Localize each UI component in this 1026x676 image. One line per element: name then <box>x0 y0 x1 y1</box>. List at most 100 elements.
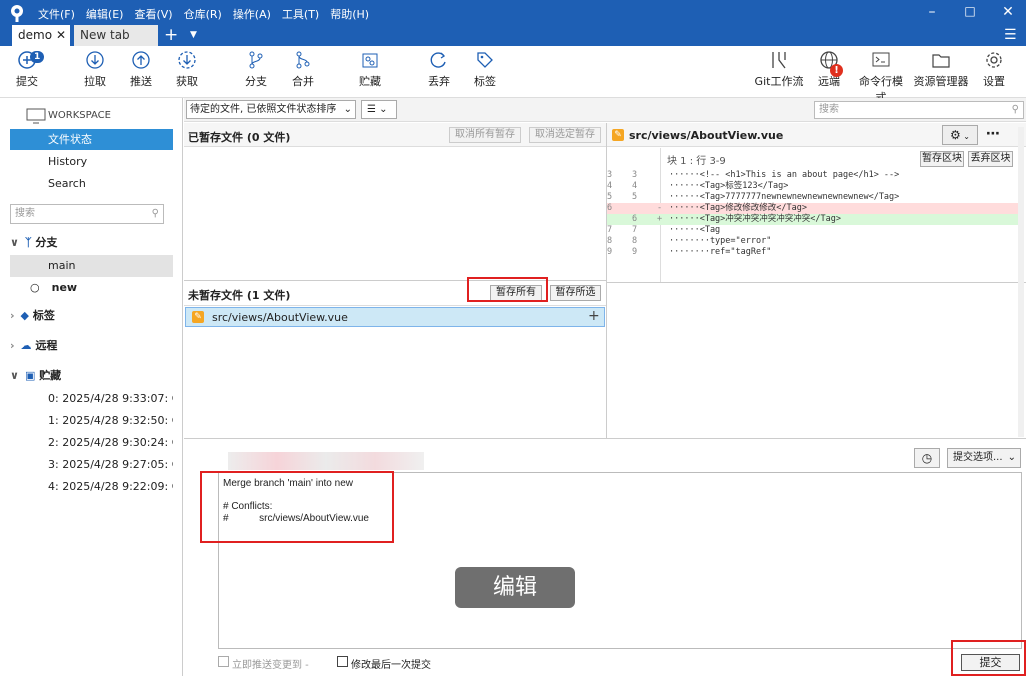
stage-selected-button[interactable]: 暂存所选 <box>550 285 601 301</box>
amend-label: 修改最后一次提交 <box>351 660 431 671</box>
commit-options-dropdown[interactable]: 提交选项... ⌄ <box>947 448 1021 468</box>
more-options-icon[interactable]: ⋯ <box>986 126 1000 142</box>
chevron-right-icon: › <box>10 339 15 352</box>
history-clock-icon[interactable]: ◷ <box>914 448 940 468</box>
folder-icon <box>932 54 950 68</box>
tab-new[interactable]: New tab <box>74 25 158 46</box>
sidebar-item-branch-new[interactable]: ○ new <box>10 277 173 299</box>
tag-button[interactable]: 标签 <box>470 50 500 89</box>
fetch-button[interactable]: 获取 <box>172 50 202 89</box>
push-button[interactable]: 推送 <box>126 50 156 89</box>
stage-hunk-button[interactable]: 暂存区块 <box>920 151 964 167</box>
close-icon[interactable]: ✕ <box>998 4 1018 20</box>
stashes-label: 贮藏 <box>39 369 62 382</box>
sidebar-section-stashes[interactable]: ∨ ▣ 贮藏 <box>10 365 173 387</box>
explorer-button[interactable]: 资源管理器 <box>913 50 969 89</box>
tag-label: 标签 <box>474 75 496 88</box>
gitflow-button[interactable]: Git工作流 <box>754 50 804 89</box>
search-icon: ⚲ <box>151 208 159 219</box>
sidebar-section-remotes[interactable]: › ☁ 远程 <box>10 335 173 357</box>
toolbar: 提交 1 拉取 推送 获取 分支 合并 贮藏 丢弃 标签 Git工作流 远端 ! <box>0 46 1026 104</box>
diff-scrollbar[interactable] <box>1018 127 1024 437</box>
stash-icon <box>362 53 378 68</box>
discard-icon <box>430 52 446 68</box>
tab-new-label: New tab <box>80 28 130 42</box>
branch-label: 分支 <box>245 75 267 88</box>
pull-button[interactable]: 拉取 <box>80 50 110 89</box>
discard-button[interactable]: 丢弃 <box>424 50 454 89</box>
sidebar-item-history[interactable]: History <box>10 151 173 173</box>
diff-line: 7 7 ······<Tag <box>607 225 1019 236</box>
menu-repository[interactable]: 仓库(R) <box>184 6 222 22</box>
merge-button[interactable]: 合并 <box>288 50 318 89</box>
chevron-down-icon: ∨ <box>10 236 19 249</box>
file-search-input[interactable]: 搜索 ⚲ <box>814 101 1024 119</box>
tab-dropdown-icon[interactable]: ▼ <box>190 24 197 46</box>
diff-code: ······<Tag>7777777newnewnewnewnewnewnew<… <box>669 192 900 202</box>
diff-code: ········ref="tagRef" <box>669 247 772 257</box>
sort-dropdown[interactable]: 待定的文件, 已依照文件状态排序 ⌄ <box>186 100 356 119</box>
branch-new-label: new <box>51 281 78 294</box>
menu-file[interactable]: 文件(F) <box>38 6 75 22</box>
menu-view[interactable]: 查看(V) <box>134 6 172 22</box>
pull-icon <box>86 51 104 69</box>
stash-item[interactable]: 1: 2025/4/28 9:32:50: On ... <box>10 410 173 432</box>
pull-label: 拉取 <box>84 75 106 88</box>
sidebar-item-branch-main[interactable]: main <box>10 255 173 277</box>
merge-icon <box>296 51 310 69</box>
tab-list-icon[interactable]: ☰ <box>1004 24 1017 46</box>
discard-hunk-button[interactable]: 丢弃区块 <box>968 151 1013 167</box>
stash-item[interactable]: 2: 2025/4/28 9:30:24: On ... <box>10 432 173 454</box>
chevron-down-icon: ⌄ <box>379 104 388 115</box>
menu-help[interactable]: 帮助(H) <box>330 6 369 22</box>
maximize-icon[interactable]: □ <box>960 4 980 18</box>
amend-checkbox[interactable] <box>337 656 348 667</box>
diff-code: ······<!-- <h1>This is an about page</h1… <box>669 170 900 180</box>
menu-edit[interactable]: 编辑(E) <box>86 6 124 22</box>
stash-button[interactable]: 贮藏 <box>355 50 385 89</box>
highlight-stage-all <box>467 277 548 302</box>
remote-warning-icon: ! <box>830 64 843 77</box>
menu-actions[interactable]: 操作(A) <box>233 6 271 22</box>
push-now-checkbox[interactable] <box>218 656 229 667</box>
settings-button[interactable]: 设置 <box>980 50 1008 89</box>
terminal-button[interactable]: 命令行模式 <box>855 50 907 105</box>
stash-item[interactable]: 0: 2025/4/28 9:33:07: On ... <box>10 388 173 410</box>
tab-close-icon[interactable]: ✕ <box>56 28 66 42</box>
chevron-down-icon: ⌄ <box>1007 452 1016 463</box>
stash-item[interactable]: 3: 2025/4/28 9:27:05: On ... <box>10 454 173 476</box>
discard-label: 丢弃 <box>428 75 450 88</box>
new-line-number: 7 <box>632 225 638 235</box>
menu-tools[interactable]: 工具(T) <box>282 6 319 22</box>
stash-item[interactable]: 4: 2025/4/28 9:22:09: On ... <box>10 476 173 498</box>
monitor-icon <box>26 108 46 124</box>
tab-demo[interactable]: demo ✕ <box>12 25 70 46</box>
diff-line: 4 4 ······<Tag>标签123</Tag> <box>607 181 1019 192</box>
commit-count-badge: 1 <box>30 51 45 63</box>
view-mode-dropdown[interactable]: ☰ ⌄ <box>361 100 397 119</box>
diff-options-button[interactable]: ⚙ ⌄ <box>942 125 978 145</box>
branch-button[interactable]: 分支 <box>241 50 271 89</box>
minimize-icon[interactable]: – <box>922 4 942 20</box>
chevron-down-icon: ⌄ <box>343 104 352 115</box>
diff-marker: + <box>657 214 663 224</box>
sidebar-section-tags[interactable]: › ◆ 标签 <box>10 305 173 327</box>
diff-code: ······<Tag>修改修改修改</Tag> <box>669 203 807 213</box>
file-search-placeholder: 搜索 <box>819 104 839 115</box>
sidebar-search-input[interactable]: 搜索 ⚲ <box>10 204 164 224</box>
sidebar-search-placeholder: 搜索 <box>15 208 35 219</box>
add-tab-icon[interactable]: + <box>164 24 178 46</box>
diff-line: 9 9 ········ref="tagRef" <box>607 247 1019 258</box>
cloud-icon: ☁ <box>20 339 32 352</box>
stage-file-icon[interactable]: + <box>588 308 600 324</box>
sidebar-item-search[interactable]: Search <box>10 173 173 195</box>
menu-bar: 文件(F) 编辑(E) 查看(V) 仓库(R) 操作(A) 工具(T) 帮助(H… <box>38 6 369 22</box>
terminal-icon <box>872 52 890 67</box>
sidebar-section-branches[interactable]: ∨ ᛉ 分支 <box>10 232 173 254</box>
unstage-all-button[interactable]: 取消所有暂存 <box>449 127 521 143</box>
sidebar-item-file-status[interactable]: 文件状态 <box>10 129 173 150</box>
unstage-selected-button[interactable]: 取消选定暂存 <box>529 127 601 143</box>
workspace-header: WORKSPACE <box>48 110 111 121</box>
push-label: 推送 <box>130 75 152 88</box>
chevron-down-icon: ∨ <box>10 369 19 382</box>
